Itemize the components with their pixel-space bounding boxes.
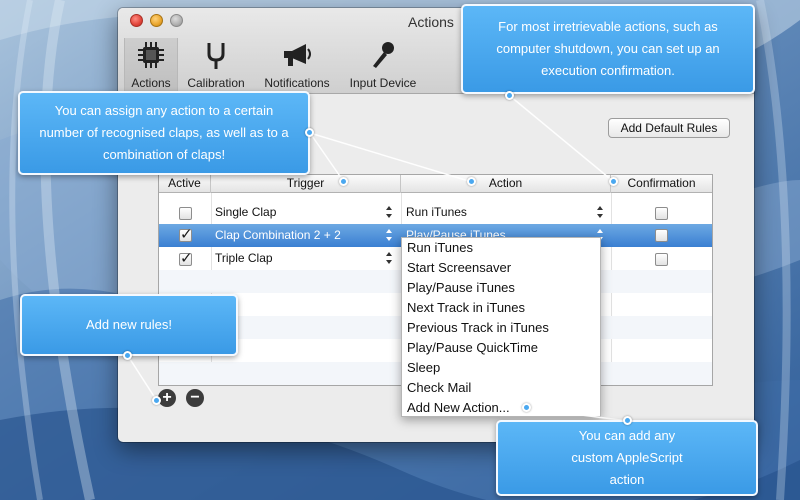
toolbar-tab-label: Actions xyxy=(131,76,171,90)
callout-claps: You can assign any action to a certain n… xyxy=(18,91,310,175)
action-dropdown-menu: Run iTunes Start Screensaver Play/Pause … xyxy=(401,237,601,417)
callout-anchor-dot xyxy=(505,91,514,100)
trigger-cell[interactable]: Clap Combination 2 + 2 xyxy=(215,224,341,247)
callout-applescript-text: You can add any custom AppleScript actio… xyxy=(571,428,683,487)
callout-applescript: You can add any custom AppleScript actio… xyxy=(496,420,758,496)
menu-item-previous-track-itunes[interactable]: Previous Track in iTunes xyxy=(402,318,600,338)
toolbar-tab-actions[interactable]: Actions xyxy=(124,38,178,94)
menu-item-next-track-itunes[interactable]: Next Track in iTunes xyxy=(402,298,600,318)
column-header-action[interactable]: Action xyxy=(401,175,611,193)
menu-item-add-new-action[interactable]: Add New Action... xyxy=(402,398,600,418)
callout-anchor-dot xyxy=(339,177,348,186)
action-cell[interactable]: Run iTunes xyxy=(406,201,467,224)
menu-item-check-mail[interactable]: Check Mail xyxy=(402,378,600,398)
toolbar-tab-notifications[interactable]: Notifications xyxy=(256,38,338,94)
remove-rule-button[interactable]: − xyxy=(186,389,204,407)
column-header-active[interactable]: Active xyxy=(159,175,211,193)
menu-item-play-pause-itunes[interactable]: Play/Pause iTunes xyxy=(402,278,600,298)
callout-anchor-dot xyxy=(609,177,618,186)
callout-anchor-dot xyxy=(305,128,314,137)
toolbar-tab-calibration[interactable]: Calibration xyxy=(180,38,252,94)
toolbar-tab-label: Input Device xyxy=(349,76,417,90)
menu-item-sleep[interactable]: Sleep xyxy=(402,358,600,378)
add-default-rules-button[interactable]: Add Default Rules xyxy=(608,118,730,138)
table-header: Active Trigger Action Confirmation xyxy=(159,175,712,193)
confirmation-checkbox[interactable] xyxy=(655,229,668,242)
callout-confirmation-text: For most irretrievable actions, such as … xyxy=(496,19,720,78)
callout-anchor-dot xyxy=(152,396,161,405)
menu-item-start-screensaver[interactable]: Start Screensaver xyxy=(402,258,600,278)
confirmation-checkbox[interactable] xyxy=(655,253,668,266)
close-window-button[interactable] xyxy=(130,14,143,27)
active-checkbox[interactable]: ✓ xyxy=(179,226,193,243)
toolbar-tab-input-device[interactable]: Input Device xyxy=(342,38,424,94)
trigger-cell[interactable]: Triple Clap xyxy=(215,247,273,270)
callout-add-rules: Add new rules! xyxy=(20,294,238,356)
trigger-cell[interactable]: Single Clap xyxy=(215,201,276,224)
window-title: Actions xyxy=(408,14,454,30)
zoom-window-button[interactable] xyxy=(170,14,183,27)
callout-anchor-dot xyxy=(623,416,632,425)
callout-anchor-dot xyxy=(123,351,132,360)
trigger-popup-arrows-icon[interactable] xyxy=(385,252,392,264)
confirmation-checkbox[interactable] xyxy=(655,207,668,220)
callout-claps-text: You can assign any action to a certain n… xyxy=(39,103,289,162)
active-checkbox[interactable] xyxy=(179,207,192,220)
action-popup-arrows-icon[interactable] xyxy=(596,206,603,218)
megaphone-icon xyxy=(280,40,314,73)
microphone-icon xyxy=(368,40,398,73)
active-checkbox[interactable]: ✓ xyxy=(179,250,193,267)
callout-anchor-dot xyxy=(467,177,476,186)
tuning-fork-icon xyxy=(201,40,231,73)
menu-item-play-pause-quicktime[interactable]: Play/Pause QuickTime xyxy=(402,338,600,358)
callout-add-rules-text: Add new rules! xyxy=(86,317,172,332)
menu-item-run-itunes[interactable]: Run iTunes xyxy=(402,238,600,258)
toolbar-tab-label: Notifications xyxy=(264,76,330,90)
checkmark-icon: ✓ xyxy=(180,226,193,243)
table-row[interactable]: Single Clap Run iTunes xyxy=(159,201,712,224)
checkmark-icon: ✓ xyxy=(180,250,193,267)
trigger-popup-arrows-icon[interactable] xyxy=(385,229,392,241)
callout-confirmation: For most irretrievable actions, such as … xyxy=(461,4,755,94)
chip-icon xyxy=(136,40,166,73)
minus-icon: − xyxy=(190,389,200,406)
callout-anchor-dot xyxy=(522,403,531,412)
column-header-confirmation[interactable]: Confirmation xyxy=(611,175,712,193)
toolbar-tab-label: Calibration xyxy=(187,76,245,90)
trigger-popup-arrows-icon[interactable] xyxy=(385,206,392,218)
minimize-window-button[interactable] xyxy=(150,14,163,27)
column-header-trigger[interactable]: Trigger xyxy=(211,175,401,193)
